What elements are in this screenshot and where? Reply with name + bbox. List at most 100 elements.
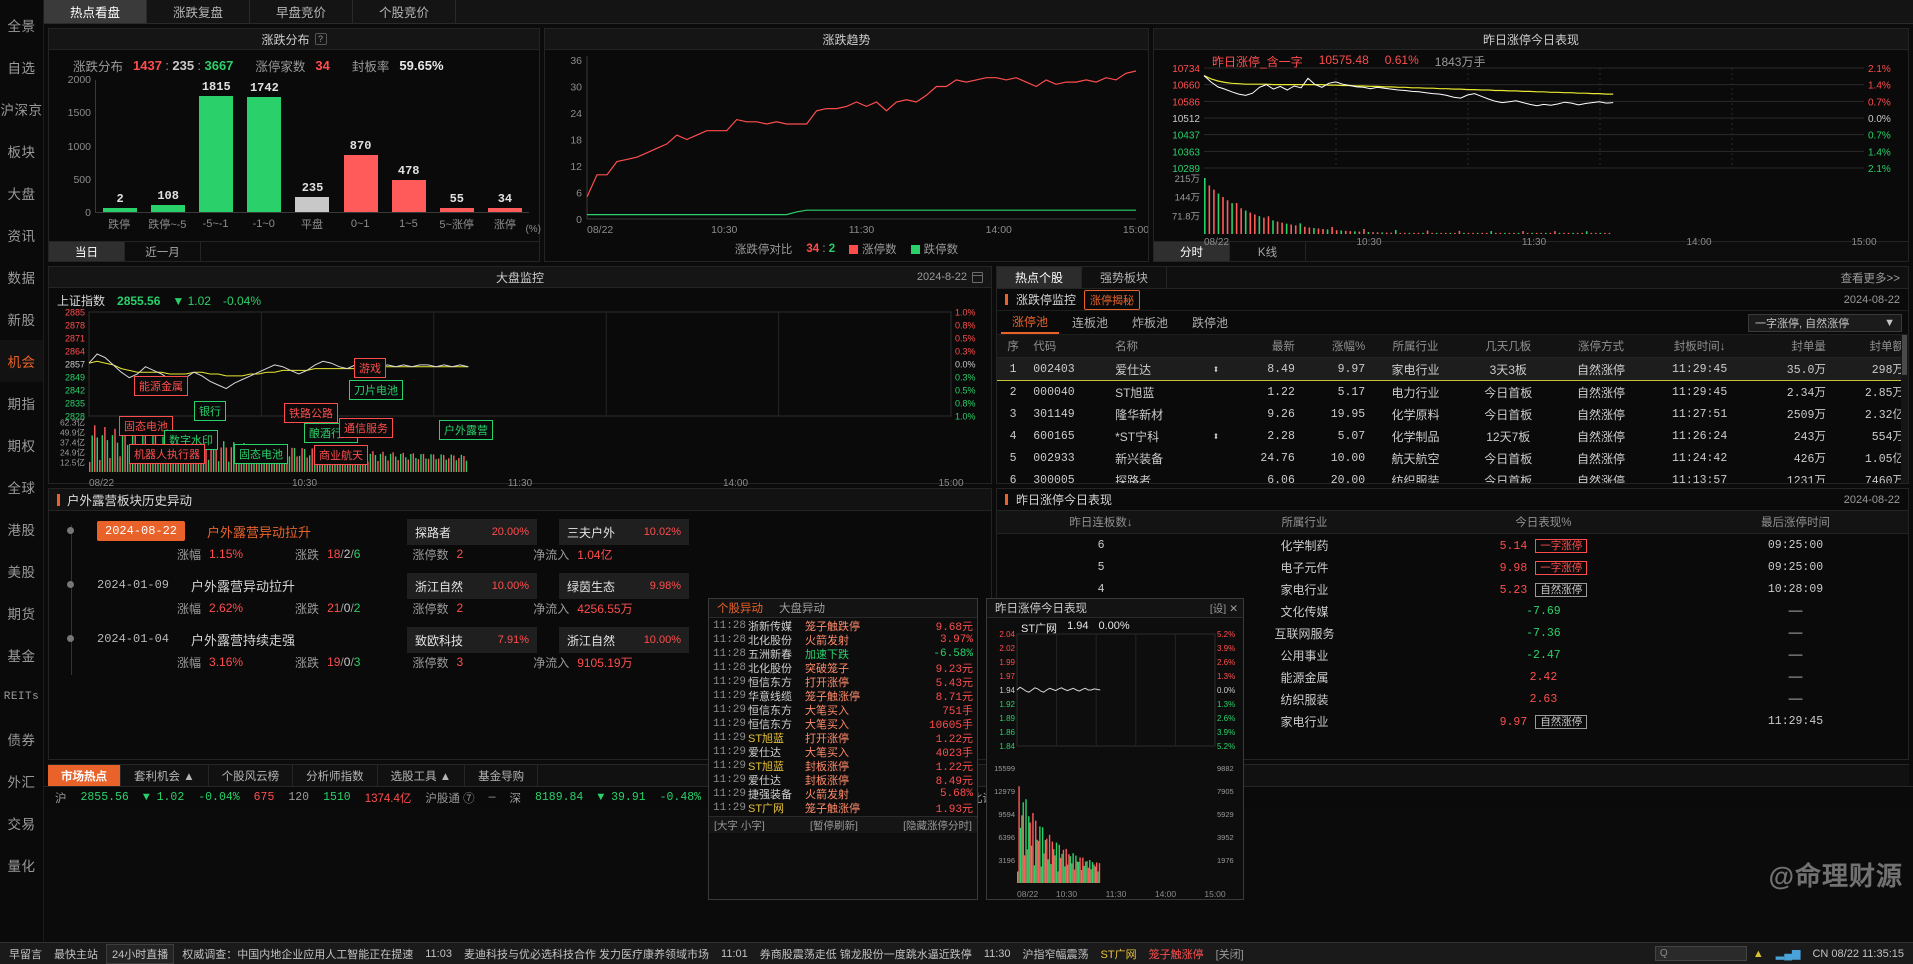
sidebar-item-17[interactable]: 债券 [0, 718, 43, 760]
sector-label-12[interactable]: 商业航天 [314, 445, 368, 465]
history-chip-2-0[interactable]: 致欧科技 7.91% [407, 627, 537, 653]
close-icon[interactable]: ✕ [1229, 603, 1238, 615]
popup-hide-toggle[interactable]: [隐藏涨停分时] [903, 818, 972, 833]
alert-row-4[interactable]: 11:29 恒信东方 打开涨停 5.43元 [709, 675, 977, 690]
sidebar-item-2[interactable]: 沪深京 [0, 88, 43, 130]
taskbar-item-0[interactable]: 早留言 [3, 946, 48, 962]
toolbar-button-3[interactable]: 分析师指数 [293, 765, 378, 786]
warning-icon[interactable]: ▲ [1747, 948, 1770, 960]
table-row[interactable]: 3 301149 隆华新材 9.26 19.95 化学原料 今日首板 自然涨停 11:27:51… [997, 403, 1908, 425]
taskbar-item-7[interactable]: 券商股震荡走低 锦龙股份一度跳水逼近跌停 [754, 946, 978, 962]
alert-row-10[interactable]: 11:29 ST旭蓝 封板涨停 1.22元 [709, 759, 977, 774]
sidebar-item-0[interactable]: 全景 [0, 4, 43, 46]
alert-row-3[interactable]: 11:28 北化股份 突破笼子 9.23元 [709, 661, 977, 676]
history-chip-1-0[interactable]: 浙江自然 10.00% [407, 573, 537, 599]
pool-tab-2[interactable]: 炸板池 [1121, 312, 1179, 333]
popup-font-toggle[interactable]: [大字 小字] [714, 818, 765, 833]
table-row[interactable]: 6 化学制药 5.14 一字涨停 09:25:00 [997, 534, 1908, 557]
sector-label-4[interactable]: 铁路公路 [284, 403, 338, 423]
sidebar-item-11[interactable]: 全球 [0, 466, 43, 508]
sector-label-3[interactable]: 银行 [194, 401, 226, 421]
history-title-0[interactable]: 户外露营异动拉升 [207, 522, 311, 541]
history-chip-0-1[interactable]: 三夫户外 10.02% [559, 519, 689, 545]
history-chip-1-1[interactable]: 绿茵生态 9.98% [559, 573, 689, 599]
popup-stock-alerts[interactable]: 个股异动 大盘异动 11:28 浙新传媒 笼子触跌停 9.68元 11:28 北化股份 火箭发… [708, 598, 978, 900]
history-date-1[interactable]: 2024-01-09 [97, 578, 169, 592]
pool-filter-select[interactable]: 一字涨停, 自然涨停 ▼ [1748, 313, 1902, 332]
help-icon[interactable]: ? [314, 33, 327, 45]
history-chip-2-1[interactable]: 浙江自然 10.00% [559, 627, 689, 653]
table-row[interactable]: 5 002933 新兴装备 24.76 10.00 航天航空 今日首板 自然涨停 11:24:4… [997, 447, 1908, 469]
pool-tab-0[interactable]: 涨停池 [1001, 311, 1060, 334]
sector-label-2[interactable]: 能源金属 [134, 376, 188, 396]
sidebar-item-13[interactable]: 美股 [0, 550, 43, 592]
toolbar-button-4[interactable]: 选股工具 ▲ [378, 765, 466, 786]
history-date-2[interactable]: 2024-01-04 [97, 632, 169, 646]
taskbar-item-8[interactable]: 11:30 [978, 948, 1017, 960]
alert-row-12[interactable]: 11:29 捷强装备 火箭发射 5.68% [709, 787, 977, 801]
table-row[interactable]: 1 002403 爱仕达 ⬍ 8.49 9.97 家电行业 3天3板 自然涨停 11:29:45 3… [997, 357, 1908, 381]
alert-row-13[interactable]: 11:29 ST广网 笼子触涨停 1.93元 [709, 801, 977, 816]
tab-3[interactable]: 个股竞价 [353, 0, 457, 23]
sidebar-item-5[interactable]: 资讯 [0, 214, 43, 256]
sidebar-item-8[interactable]: 机会 [0, 340, 43, 382]
signal-icon[interactable]: ▂▄▆ [1770, 947, 1807, 960]
sector-label-11[interactable]: 固态电池 [234, 444, 288, 464]
taskbar-item-6[interactable]: 11:01 [715, 948, 754, 960]
alert-row-0[interactable]: 11:28 浙新传媒 笼子触跌停 9.68元 [709, 619, 977, 634]
sector-label-0[interactable]: 游戏 [354, 358, 386, 378]
sidebar-item-4[interactable]: 大盘 [0, 172, 43, 214]
table-row[interactable]: 5 电子元件 9.98 一字涨停 09:25:00 [997, 556, 1908, 578]
hot-stocks-scrollbar[interactable] [1901, 335, 1908, 483]
table-row[interactable]: 4 家电行业 5.23 自然涨停 10:28:09 [997, 578, 1908, 600]
hot-view-more-link[interactable]: 查看更多>> [1841, 267, 1900, 289]
taskbar-alert-close[interactable]: [关闭] [1210, 946, 1250, 962]
alert-row-8[interactable]: 11:29 ST旭蓝 打开涨停 1.22元 [709, 731, 977, 746]
tab-1[interactable]: 涨跌复盘 [147, 0, 251, 23]
distribution-subtab-0[interactable]: 当日 [49, 242, 125, 261]
sidebar-item-18[interactable]: 外汇 [0, 760, 43, 802]
toolbar-button-2[interactable]: 个股风云榜 [209, 765, 294, 786]
popup-alert-tab-0[interactable]: 个股异动 [709, 599, 771, 617]
sidebar-item-20[interactable]: 量化 [0, 844, 43, 886]
history-chip-0-0[interactable]: 探路者 20.00% [407, 519, 537, 545]
tab-2[interactable]: 早盘竞价 [250, 0, 354, 23]
calendar-icon[interactable] [972, 271, 983, 283]
taskbar-item-4[interactable]: 11:03 [419, 948, 458, 960]
popup-pause-toggle[interactable]: [暂停刷新] [810, 818, 858, 833]
popup-settings-link[interactable]: [设] [1210, 601, 1226, 616]
search-input[interactable]: Q [1654, 946, 1747, 961]
scrollbar-thumb[interactable] [1902, 335, 1907, 375]
sector-label-1[interactable]: 刀片电池 [349, 380, 403, 400]
sidebar-item-7[interactable]: 新股 [0, 298, 43, 340]
toolbar-button-0[interactable]: 市场热点 [48, 765, 121, 786]
sidebar-item-16[interactable]: REITs [0, 676, 43, 718]
sidebar-item-19[interactable]: 交易 [0, 802, 43, 844]
alert-row-6[interactable]: 11:29 恒信东方 大笔买入 751手 [709, 703, 977, 718]
taskbar-item-2[interactable]: 24小时直播 [106, 943, 175, 964]
alert-row-1[interactable]: 11:28 北化股份 火箭发射 3.97% [709, 633, 977, 647]
limitup-reveal-badge[interactable]: 涨停揭秘 [1084, 289, 1141, 310]
history-title-2[interactable]: 户外露营持续走强 [191, 630, 295, 649]
history-date-0[interactable]: 2024-08-22 [97, 521, 186, 541]
alert-row-11[interactable]: 11:29 爱仕达 封板涨停 8.49元 [709, 773, 977, 788]
sidebar-item-15[interactable]: 基金 [0, 634, 43, 676]
alert-row-7[interactable]: 11:29 恒信东方 大笔买入 10605手 [709, 717, 977, 732]
taskbar-item-3[interactable]: 权威调查：中国内地企业应用人工智能正在提速 [176, 946, 419, 962]
pool-tab-3[interactable]: 跌停池 [1181, 312, 1239, 333]
market-monitor-date-control[interactable]: 2024-8-22 [917, 271, 983, 283]
table-row[interactable]: 4 600165 *ST宁科 ⬍ 2.28 5.07 化学制品 12天7板 自然涨停 11:26:… [997, 425, 1908, 447]
hot-tab-0[interactable]: 热点个股 [997, 267, 1083, 288]
sidebar-item-9[interactable]: 期指 [0, 382, 43, 424]
tab-0[interactable]: 热点看盘 [44, 0, 148, 23]
distribution-subtab-1[interactable]: 近一月 [125, 242, 201, 261]
sidebar-item-1[interactable]: 自选 [0, 46, 43, 88]
sector-label-10[interactable]: 机器人执行器 [129, 444, 205, 464]
alert-row-9[interactable]: 11:29 爱仕达 大笔买入 4023手 [709, 745, 977, 760]
taskbar-item-5[interactable]: 麦迪科技与优必选科技合作 发力医疗康养领域市场 [458, 946, 715, 962]
sector-label-6[interactable]: 通信服务 [339, 418, 393, 438]
sidebar-item-12[interactable]: 港股 [0, 508, 43, 550]
sidebar-item-14[interactable]: 期货 [0, 592, 43, 634]
sidebar-item-10[interactable]: 期权 [0, 424, 43, 466]
hot-tab-1[interactable]: 强势板块 [1082, 267, 1168, 288]
